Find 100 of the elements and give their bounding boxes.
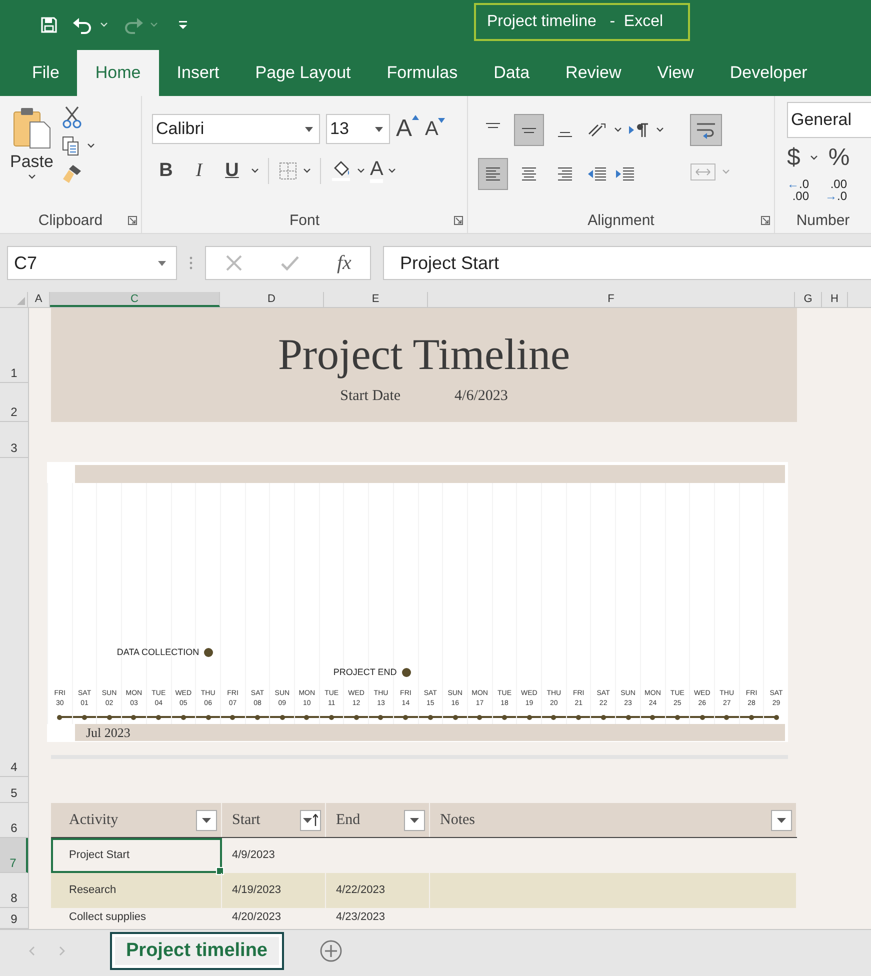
caret-icon[interactable]: [87, 143, 96, 149]
day-dot-icon: [230, 714, 236, 720]
row-header[interactable]: 2: [0, 383, 28, 422]
caret-icon[interactable]: [357, 168, 365, 174]
decrease-decimal-button[interactable]: .00 →.0: [825, 178, 848, 202]
milestone-label: PROJECT END: [333, 667, 397, 677]
caret-icon[interactable]: [388, 168, 396, 174]
undo-icon[interactable]: [72, 16, 94, 34]
day-dot-icon: [180, 714, 186, 720]
scissors-icon[interactable]: [61, 105, 84, 129]
row-header[interactable]: 8: [0, 873, 28, 908]
fill-color-icon[interactable]: [330, 160, 352, 182]
heading-text: Notes: [440, 812, 475, 828]
milestone-dot-icon: [402, 668, 411, 676]
bold-button[interactable]: B: [152, 160, 180, 182]
ribbon-tab[interactable]: Developer: [712, 50, 826, 96]
align-left-button[interactable]: [478, 158, 508, 190]
ribbon-tab[interactable]: Insert: [158, 50, 238, 96]
wrap-text-icon[interactable]: [690, 114, 722, 146]
sort-filter-button[interactable]: [300, 810, 321, 830]
number-format-field[interactable]: General: [787, 102, 871, 138]
customize-icon[interactable]: [178, 20, 188, 30]
ribbon-tab[interactable]: Review: [548, 50, 640, 96]
up-triangle-icon: [412, 115, 420, 120]
grow-font-button[interactable]: A: [396, 115, 420, 143]
day-dot-icon: [774, 714, 779, 720]
day-dot-icon: [502, 714, 507, 720]
sheet-tab[interactable]: Project timeline: [110, 932, 284, 970]
insert-function-button[interactable]: fx: [336, 252, 352, 274]
format-painter-icon[interactable]: [61, 163, 84, 185]
increase-decimal-button[interactable]: ←.0 .00: [787, 178, 810, 202]
filter-button[interactable]: [196, 810, 217, 830]
column-header[interactable]: D: [220, 292, 324, 307]
font-name-field[interactable]: Calibri: [152, 114, 320, 144]
borders-icon[interactable]: [278, 161, 298, 181]
group-label: Alignment: [588, 212, 654, 228]
day-dot-icon: [749, 714, 754, 720]
align-lines-icon: [558, 132, 572, 137]
paste-button[interactable]: Paste: [10, 102, 54, 207]
milestone-label: DATA COLLECTION: [116, 647, 200, 657]
column-header[interactable]: H: [822, 292, 848, 307]
paragraph-direction-icon[interactable]: [628, 121, 650, 139]
row-header[interactable]: 3: [0, 422, 28, 458]
copy-icon[interactable]: [61, 135, 82, 157]
font-color-button[interactable]: A: [370, 159, 384, 183]
currency-button[interactable]: $: [787, 144, 800, 172]
filter-button[interactable]: [771, 810, 792, 830]
day-dot-icon: [700, 714, 705, 720]
shrink-font-button[interactable]: A: [425, 118, 446, 140]
day-dot-icon: [280, 714, 285, 720]
ribbon-tab[interactable]: Formulas: [368, 50, 476, 96]
caret-icon[interactable]: [614, 127, 622, 133]
heading-text: End: [336, 812, 360, 828]
ribbon-tab[interactable]: File: [14, 50, 78, 96]
group-label: Clipboard: [38, 212, 103, 228]
dropdown-arrow-icon: [305, 126, 313, 132]
italic-button[interactable]: I: [185, 160, 213, 182]
day-dot-icon: [576, 714, 582, 720]
day-dot-icon: [131, 714, 136, 720]
merge-icon: [690, 162, 716, 182]
caret-icon[interactable]: [810, 155, 818, 161]
start-date-value: 4/6/2023: [454, 388, 508, 405]
drag-handle-icon[interactable]: [189, 255, 193, 271]
column-header[interactable]: E: [324, 292, 428, 307]
row-header[interactable]: 7: [0, 838, 28, 873]
dropdown-arrow-icon: [303, 818, 312, 822]
dialog-launcher-icon[interactable]: [454, 216, 463, 225]
clipboard-icon: [12, 106, 52, 150]
middle-align-button[interactable]: [514, 114, 544, 146]
font-size-field[interactable]: 13: [326, 114, 390, 144]
day-dot-icon: [650, 714, 656, 720]
row-header[interactable]: 4: [0, 458, 28, 777]
underline-button[interactable]: U: [218, 160, 246, 182]
column-header[interactable]: C: [50, 292, 220, 307]
ribbon-tab[interactable]: Home: [77, 50, 159, 96]
row-header[interactable]: 5: [0, 777, 28, 803]
formula-field[interactable]: Project Start: [383, 246, 871, 280]
day-dot-icon: [106, 714, 112, 720]
row-header[interactable]: 1: [0, 308, 28, 383]
dialog-launcher-icon[interactable]: [128, 216, 137, 225]
ribbon-tab[interactable]: Page Layout: [237, 50, 369, 96]
save-icon[interactable]: [40, 16, 58, 34]
table-cell: Project Start: [51, 838, 222, 873]
ribbon-tab[interactable]: View: [639, 50, 712, 96]
percent-button[interactable]: %: [828, 144, 850, 172]
add-sheet-icon[interactable]: [320, 940, 342, 962]
dropdown-arrow-icon: [410, 818, 419, 822]
caret-icon[interactable]: [303, 168, 311, 174]
column-header[interactable]: G: [795, 292, 822, 307]
filter-button[interactable]: [404, 810, 425, 830]
caret-icon: [722, 169, 730, 175]
day-dot-icon: [329, 714, 334, 720]
caret-icon[interactable]: [251, 168, 259, 174]
name-box[interactable]: C7: [7, 246, 177, 280]
dropdown-arrow-icon: [375, 126, 383, 132]
dialog-launcher-icon[interactable]: [761, 216, 770, 225]
column-header[interactable]: F: [428, 292, 795, 307]
caret-icon[interactable]: [656, 127, 664, 133]
dropdown-arrow-icon: [777, 818, 786, 822]
ribbon-tab[interactable]: Data: [476, 50, 548, 96]
